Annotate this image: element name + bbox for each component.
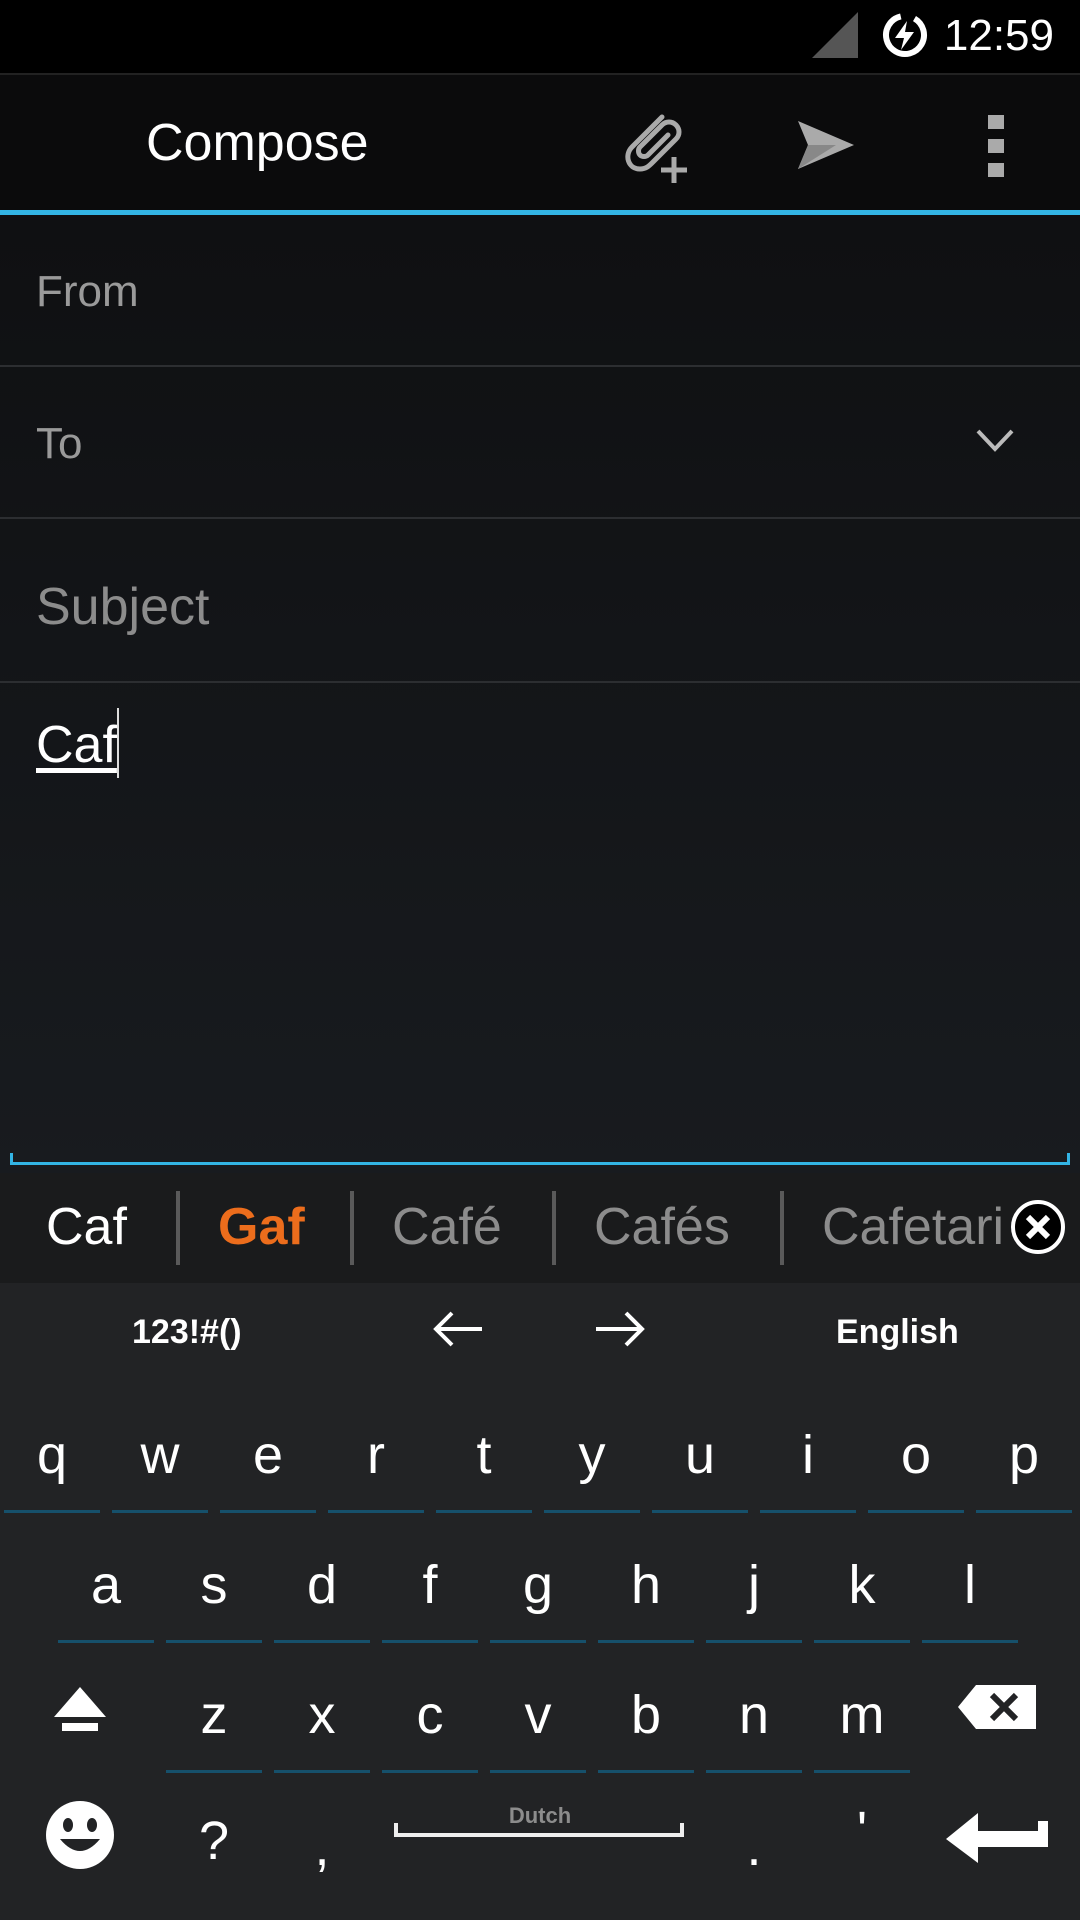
attach-icon[interactable] xyxy=(618,105,698,185)
page-title: Compose xyxy=(146,114,369,172)
key-e[interactable]: e xyxy=(220,1405,316,1513)
clock: 12:59 xyxy=(943,11,1054,60)
key-j[interactable]: j xyxy=(706,1535,802,1643)
signal-icon xyxy=(812,12,858,58)
backspace-icon[interactable] xyxy=(958,1683,1038,1731)
overflow-menu-icon[interactable] xyxy=(984,113,1008,179)
action-bar: Compose xyxy=(0,73,1080,212)
key-y[interactable]: y xyxy=(544,1405,640,1513)
body-input[interactable]: Caf xyxy=(36,715,117,775)
key-m[interactable]: m xyxy=(814,1665,910,1773)
suggestion-divider xyxy=(350,1191,354,1265)
symbols-key[interactable]: 123!#() xyxy=(132,1313,242,1352)
keyboard: Caf Gaf Café Cafés Cafetari 123!#() Engl… xyxy=(0,1173,1080,1920)
suggestion-item[interactable]: Cafetari xyxy=(822,1197,1004,1257)
key-comma[interactable]: , xyxy=(274,1797,370,1905)
key-b[interactable]: b xyxy=(598,1665,694,1773)
to-label: To xyxy=(36,419,83,468)
key-f[interactable]: f xyxy=(382,1535,478,1643)
arrow-left-icon[interactable] xyxy=(432,1309,484,1349)
subject-field[interactable]: Subject xyxy=(0,519,1080,683)
text-cursor xyxy=(117,708,119,778)
suggestion-divider xyxy=(176,1191,180,1265)
send-icon[interactable] xyxy=(796,115,856,175)
key-c[interactable]: c xyxy=(382,1665,478,1773)
compose-form: From To Subject Caf xyxy=(0,215,1080,1173)
key-i[interactable]: i xyxy=(760,1405,856,1513)
key-d[interactable]: d xyxy=(274,1535,370,1643)
key-o[interactable]: o xyxy=(868,1405,964,1513)
key-period[interactable]: . xyxy=(706,1797,802,1905)
key-k[interactable]: k xyxy=(814,1535,910,1643)
to-field[interactable]: To xyxy=(0,367,1080,519)
emoji-icon[interactable] xyxy=(42,1797,118,1873)
key-z[interactable]: z xyxy=(166,1665,262,1773)
key-w[interactable]: w xyxy=(112,1405,208,1513)
key-v[interactable]: v xyxy=(490,1665,586,1773)
from-label: From xyxy=(36,267,139,316)
space-bar[interactable] xyxy=(394,1823,684,1837)
language-key[interactable]: English xyxy=(836,1313,959,1352)
compose-screen: 12:59 Compose From To Subject Caf Caf Ga… xyxy=(0,0,1080,1920)
key-a[interactable]: a xyxy=(58,1535,154,1643)
key-q[interactable]: q xyxy=(4,1405,100,1513)
key-h[interactable]: h xyxy=(598,1535,694,1643)
enter-icon[interactable] xyxy=(944,1809,1050,1865)
body-field-underline xyxy=(10,1153,1070,1165)
keyboard-tool-row: 123!#() English xyxy=(0,1283,1080,1387)
suggestion-strip: Caf Gaf Café Cafés Cafetari xyxy=(0,1173,1080,1283)
suggestion-item-highlighted[interactable]: Gaf xyxy=(218,1197,305,1257)
key-l[interactable]: l xyxy=(922,1535,1018,1643)
key-apostrophe[interactable]: ' xyxy=(814,1781,910,1889)
status-bar: 12:59 xyxy=(0,0,1080,73)
key-s[interactable]: s xyxy=(166,1535,262,1643)
subject-placeholder: Subject xyxy=(36,578,210,636)
battery-charging-icon xyxy=(883,12,927,57)
key-p[interactable]: p xyxy=(976,1405,1072,1513)
shift-icon[interactable] xyxy=(48,1681,112,1745)
arrow-right-icon[interactable] xyxy=(594,1309,646,1349)
from-field[interactable]: From xyxy=(0,215,1080,367)
key-g[interactable]: g xyxy=(490,1535,586,1643)
suggestion-item[interactable]: Cafés xyxy=(594,1197,730,1257)
suggestion-divider xyxy=(552,1191,556,1265)
key-x[interactable]: x xyxy=(274,1665,370,1773)
suggestion-item[interactable]: Café xyxy=(392,1197,502,1257)
key-r[interactable]: r xyxy=(328,1405,424,1513)
chevron-down-icon[interactable] xyxy=(972,423,1018,457)
key-n[interactable]: n xyxy=(706,1665,802,1773)
key-question-mark[interactable]: ? xyxy=(166,1791,262,1899)
suggestion-divider xyxy=(780,1191,784,1265)
close-suggestions-icon[interactable] xyxy=(1010,1199,1066,1255)
key-u[interactable]: u xyxy=(652,1405,748,1513)
key-t[interactable]: t xyxy=(436,1405,532,1513)
suggestion-item[interactable]: Caf xyxy=(46,1197,127,1257)
